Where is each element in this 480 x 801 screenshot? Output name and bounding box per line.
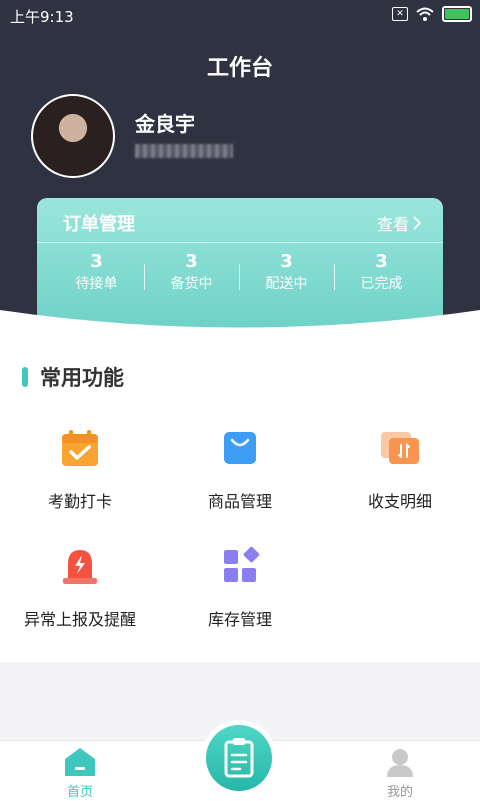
func-label: 库存管理 — [207, 610, 272, 629]
stat-pending[interactable]: 3 待接单 — [49, 250, 144, 294]
stat-count: 3 — [280, 251, 293, 272]
apps-grid-icon — [224, 546, 260, 582]
section-accent-bar — [22, 367, 28, 387]
shopping-bag-icon — [224, 432, 256, 464]
stat-label: 已完成 — [360, 276, 403, 292]
func-label: 异常上报及提醒 — [23, 610, 136, 629]
calendar-check-icon — [62, 430, 98, 466]
tab-mine[interactable]: 我的 — [360, 747, 440, 800]
func-label: 考勤打卡 — [47, 492, 112, 511]
func-exception-report[interactable]: 异常上报及提醒 — [0, 546, 160, 630]
stat-count: 3 — [185, 251, 198, 272]
tab-home[interactable]: 首页 — [40, 747, 120, 800]
status-time: 上午9:13 — [10, 8, 74, 26]
user-phone-blurred — [135, 144, 233, 158]
func-inventory[interactable]: 库存管理 — [160, 546, 320, 630]
func-income-expense[interactable]: 收支明细 — [320, 428, 480, 512]
func-label: 收支明细 — [367, 492, 432, 511]
functions-section: 常用功能 考勤打卡 商品管理 收支明细 异常上报及提醒 库存管理 — [0, 330, 480, 662]
section-title: 常用功能 — [22, 362, 124, 392]
stat-delivering[interactable]: 3 配送中 — [239, 250, 334, 294]
func-attendance[interactable]: 考勤打卡 — [0, 428, 160, 512]
view-label: 查看 — [376, 215, 409, 234]
user-name: 金良宇 — [135, 112, 195, 136]
center-action-button[interactable] — [201, 720, 277, 796]
header: 上午9:13 ✕ 工作台 金良宇 订单管理 查看 3 待接单 3 备货中 3 配… — [0, 0, 480, 330]
no-sim-icon: ✕ — [392, 7, 408, 21]
stat-label: 备货中 — [170, 276, 213, 292]
clipboard-icon — [224, 738, 254, 778]
stat-label: 待接单 — [75, 276, 118, 292]
stat-label: 配送中 — [265, 276, 308, 292]
tab-mine-label: 我的 — [386, 785, 413, 800]
user-icon — [387, 749, 413, 777]
chevron-right-icon — [413, 216, 421, 230]
func-label: 商品管理 — [207, 492, 272, 511]
page-title: 工作台 — [206, 56, 273, 81]
alarm-light-icon — [63, 550, 97, 584]
avatar[interactable] — [31, 94, 115, 178]
battery-icon — [442, 6, 472, 22]
transfer-cards-icon — [381, 432, 419, 464]
stat-count: 3 — [375, 251, 388, 272]
stat-count: 3 — [90, 251, 103, 272]
stat-completed[interactable]: 3 已完成 — [334, 250, 429, 294]
home-icon — [65, 748, 95, 776]
order-title: 订单管理 — [63, 214, 135, 235]
divider — [37, 242, 443, 243]
wifi-icon — [416, 7, 434, 21]
func-products[interactable]: 商品管理 — [160, 428, 320, 512]
status-bar: 上午9:13 ✕ — [0, 0, 480, 30]
stat-preparing[interactable]: 3 备货中 — [144, 250, 239, 294]
section-title-text: 常用功能 — [40, 366, 124, 390]
view-orders-link[interactable]: 查看 — [377, 211, 421, 235]
tab-home-label: 首页 — [66, 785, 93, 800]
